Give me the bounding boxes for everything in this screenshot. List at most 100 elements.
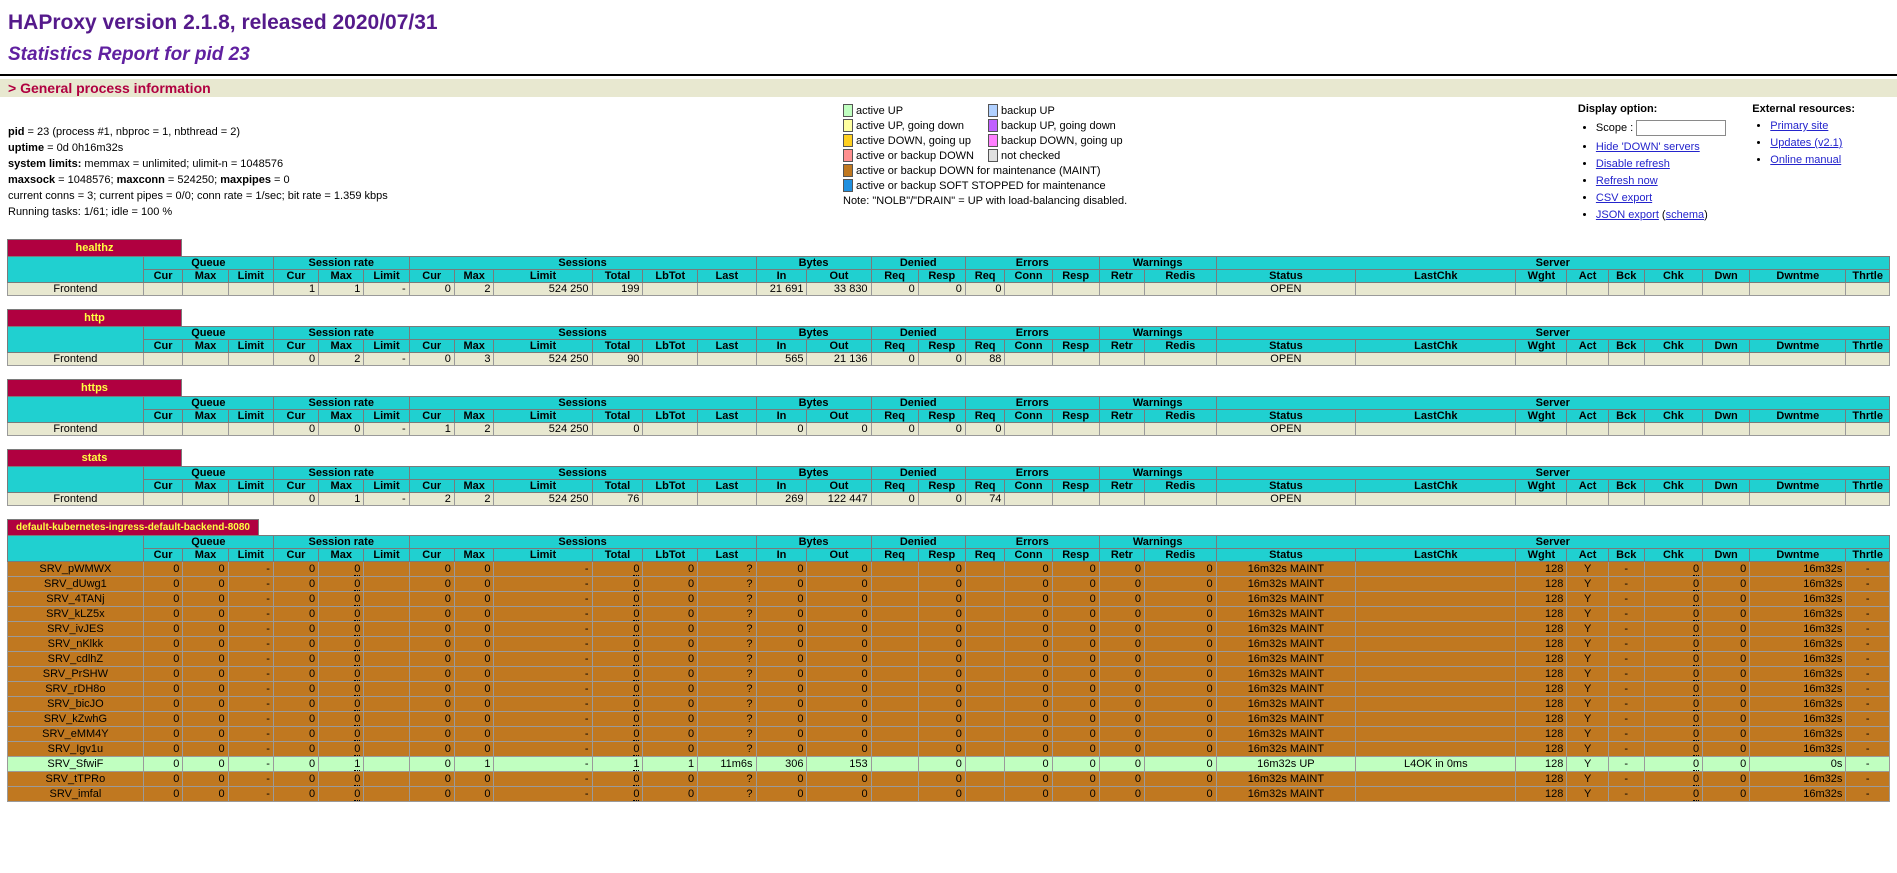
cell: 16m32s: [1750, 697, 1846, 712]
cell: -: [1846, 652, 1890, 667]
cell: 0: [1703, 757, 1750, 772]
display-option-link[interactable]: Disable refresh: [1596, 158, 1670, 170]
column-header: Wght: [1516, 549, 1567, 562]
legend-label: active or backup SOFT STOPPED for mainte…: [856, 180, 1106, 192]
column-header: Limit: [228, 410, 273, 423]
cell: -: [1608, 682, 1644, 697]
cell: ?: [698, 622, 756, 637]
external-resource-link[interactable]: Updates (v2.1): [1770, 137, 1842, 149]
cell: 0: [1099, 757, 1144, 772]
cell: 0: [643, 652, 698, 667]
cell: 0: [918, 577, 965, 592]
cell: 2: [454, 493, 494, 506]
table-row: SRV_pWMWX00-0000-00?000000016m32s MAINT1…: [8, 562, 1890, 577]
group-header: Sessions: [409, 397, 756, 410]
display-option-link[interactable]: CSV export: [1596, 192, 1652, 204]
cell: [1750, 283, 1846, 296]
group-header: Errors: [965, 327, 1099, 340]
cell: [1005, 353, 1052, 366]
cell: [364, 742, 409, 757]
cell: 0: [1052, 772, 1099, 787]
column-header: Cur: [143, 340, 183, 353]
cell: 74: [965, 493, 1005, 506]
display-option-sublink[interactable]: schema: [1666, 209, 1705, 221]
group-header: Session rate: [273, 257, 409, 270]
external-resource-link[interactable]: Primary site: [1770, 120, 1828, 132]
cell: Y: [1567, 682, 1608, 697]
column-header: Limit: [364, 480, 409, 493]
cell: ?: [698, 592, 756, 607]
cell: 0: [409, 772, 454, 787]
display-option-link[interactable]: Hide 'DOWN' servers: [1596, 141, 1700, 153]
cell: 0: [454, 562, 494, 577]
cell: 0: [273, 353, 318, 366]
row-label: Frontend: [8, 353, 144, 366]
cell: 0: [643, 607, 698, 622]
cell: -: [1846, 592, 1890, 607]
column-header: Limit: [228, 340, 273, 353]
scope-input[interactable]: [1636, 120, 1726, 136]
cell: 0: [409, 757, 454, 772]
cell: 0: [918, 757, 965, 772]
cell: [228, 283, 273, 296]
cell: 0: [1005, 637, 1052, 652]
cell: 0: [1703, 592, 1750, 607]
column-header: Cur: [143, 410, 183, 423]
cell: 0: [143, 592, 183, 607]
column-header: Status: [1216, 340, 1356, 353]
column-header: Req: [965, 340, 1005, 353]
display-option-link[interactable]: Refresh now: [1596, 175, 1658, 187]
cell: 1: [454, 757, 494, 772]
column-header: Act: [1567, 480, 1608, 493]
cell: 0: [756, 772, 807, 787]
column-header: Dwn: [1703, 549, 1750, 562]
cell: 0: [409, 697, 454, 712]
cell: Y: [1567, 577, 1608, 592]
cell: 0: [1144, 652, 1216, 667]
cell: -: [494, 562, 592, 577]
column-header: Act: [1567, 340, 1608, 353]
external-resource-link[interactable]: Online manual: [1770, 154, 1841, 166]
cell: 0: [273, 652, 318, 667]
cell: 0: [1052, 652, 1099, 667]
cell: -: [1608, 652, 1644, 667]
cell: -: [494, 787, 592, 802]
cell: 0: [918, 652, 965, 667]
cell: 16m32s: [1750, 712, 1846, 727]
table-row: Frontend00-12524 250000000OPEN: [8, 423, 1890, 436]
cell: 0: [871, 283, 918, 296]
table-row: SRV_dUwg100-0000-00?000000016m32s MAINT1…: [8, 577, 1890, 592]
cell: 0: [807, 652, 871, 667]
cell: [364, 787, 409, 802]
cell: 0: [454, 652, 494, 667]
cell: [871, 742, 918, 757]
column-header: Thrtle: [1846, 410, 1890, 423]
column-header: Cur: [143, 480, 183, 493]
group-header: Server: [1216, 536, 1889, 549]
group-header: Session rate: [273, 397, 409, 410]
column-header: Max: [319, 480, 364, 493]
column-header: In: [756, 270, 807, 283]
cell: ?: [698, 712, 756, 727]
cell: 0: [183, 607, 228, 622]
cell: -: [1846, 712, 1890, 727]
cell: 565: [756, 353, 807, 366]
cell: 0: [1144, 787, 1216, 802]
row-label: SRV_nKlkk: [8, 637, 144, 652]
cell: 0: [454, 712, 494, 727]
cell: -: [1608, 637, 1644, 652]
display-option-link[interactable]: JSON export: [1596, 209, 1659, 221]
cell: [1608, 423, 1644, 436]
cell: [1356, 283, 1516, 296]
row-label: SRV_pWMWX: [8, 562, 144, 577]
cell: 0: [1144, 637, 1216, 652]
group-header: Errors: [965, 536, 1099, 549]
corner-header-cell: [8, 467, 144, 493]
cell: 0: [1052, 682, 1099, 697]
cell: 0: [756, 562, 807, 577]
column-header: Conn: [1005, 410, 1052, 423]
cell: 0: [1005, 712, 1052, 727]
column-header: LbTot: [643, 340, 698, 353]
cell: 0: [273, 493, 318, 506]
cell: 0: [918, 787, 965, 802]
